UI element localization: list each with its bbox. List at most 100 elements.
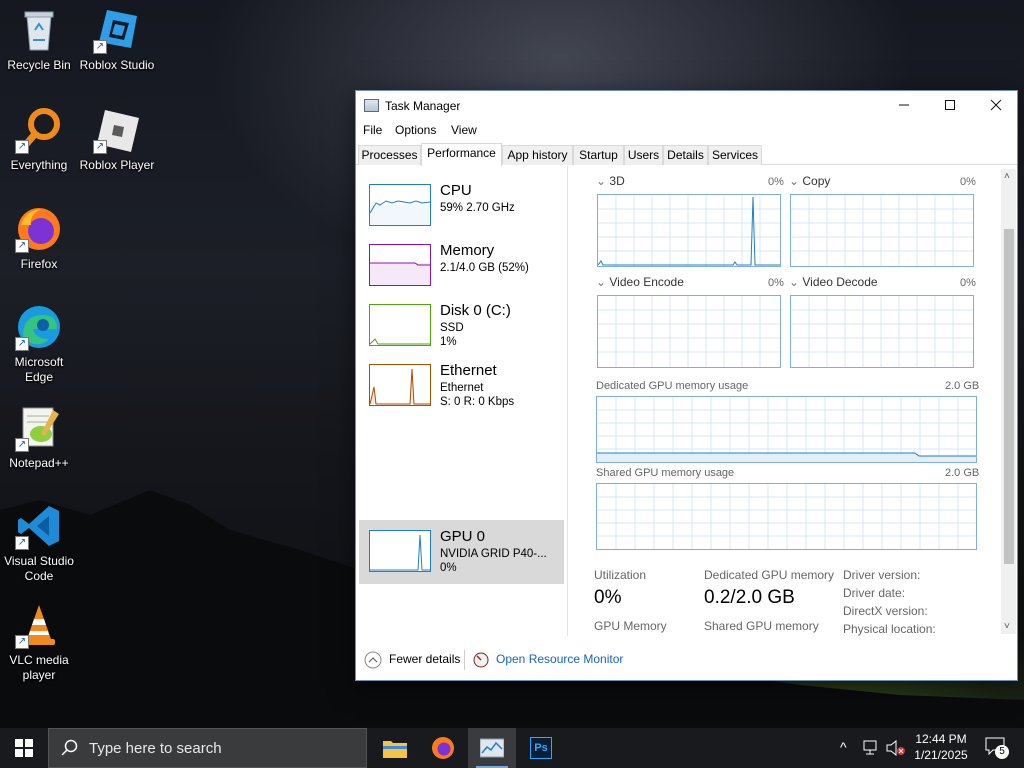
graph-dedicated-memory [596,396,977,463]
desktop-icon-recycle-bin[interactable]: Recycle Bin [0,6,78,73]
resource-detail-2: 0% [440,562,457,574]
desktop-icon-label: Recycle Bin [7,58,71,72]
tab-processes[interactable]: Processes [358,145,421,165]
resource-disk[interactable]: Disk 0 (C:) SSD 1% [359,294,564,358]
physical-location-label: Physical location: [843,622,936,636]
resource-name: Memory [440,242,495,259]
engine-3d-label[interactable]: ⌄ 3D [596,174,625,188]
roblox-player-icon: ↗ [93,106,141,154]
menu-options[interactable]: Options [395,123,436,137]
desktop-icon-label: VLC media player [9,653,69,682]
chevron-down-icon: ⌄ [596,174,610,188]
desktop-icon-microsoft-edge[interactable]: ↗ Microsoft Edge [0,303,78,385]
shortcut-arrow-icon: ↗ [15,536,29,550]
desktop-icon-label: Roblox Studio [79,58,155,72]
minimize-button[interactable] [881,91,927,121]
tab-users[interactable]: Users [624,145,663,165]
utilization-label: Utilization [594,568,647,582]
volume-muted-icon[interactable] [886,740,906,756]
task-manager-icon [480,738,504,758]
tab-app-history[interactable]: App history [502,145,573,165]
clock[interactable]: 12:44 PM 1/21/2025 [911,731,971,763]
graph-video-encode-plot [598,296,780,367]
tab-details[interactable]: Details [663,145,708,165]
desktop-icon-everything[interactable]: ↗ Everything [0,106,78,173]
desktop-icon-roblox-studio[interactable]: ↗ Roblox Studio [78,6,156,73]
engine-video-encode-label[interactable]: ⌄ Video Encode [596,275,684,289]
dedicated-memory-usage-max: 2.0 GB [945,380,980,392]
firefox-icon: ↗ [15,205,63,253]
graph-video-encode [597,295,781,368]
taskbar-firefox[interactable] [419,728,467,768]
scroll-thumb[interactable] [1004,229,1014,564]
resource-detail: SSD [440,322,464,334]
task-manager-window[interactable]: Task Manager File Options View Processes… [355,90,1018,681]
engine-copy-label[interactable]: ⌄ Copy [789,174,830,188]
tab-strip: Processes Performance App history Startu… [356,143,1017,166]
gpu-thumbnail-graph [369,530,431,572]
everything-magnifier-icon: ↗ [15,106,63,154]
chevron-up-circle-icon [364,651,382,669]
memory-thumbnail-graph [369,244,431,286]
taskbar-file-explorer[interactable] [370,728,418,768]
close-button[interactable] [973,91,1019,121]
taskbar-task-manager[interactable] [468,728,516,768]
desktop-icon-notepad-plus-plus[interactable]: ↗ Notepad++ [0,404,78,471]
firefox-icon [432,737,454,759]
graph-dedicated-memory-plot [597,397,976,462]
system-tray: ^ 12:44 PM 1/21/2025 5 [835,728,1024,768]
desktop-icon-label: Everything [10,158,68,172]
resource-gpu[interactable]: GPU 0 NVIDIA GRID P40-... 0% [359,520,564,584]
title-bar[interactable]: Task Manager [356,91,1017,121]
engine-video-encode-pct: 0% [768,277,784,289]
engine-video-decode-label[interactable]: ⌄ Video Decode [789,275,878,289]
menu-view[interactable]: View [451,123,477,137]
desktop-icon-roblox-player[interactable]: ↗ Roblox Player [78,106,156,173]
maximize-icon [945,100,955,110]
search-icon [61,739,78,756]
open-resource-monitor-link[interactable]: Open Resource Monitor [473,649,643,671]
minimize-icon [899,104,909,106]
desktop-icon-label: Visual Studio Code [4,554,74,583]
show-hidden-icons-chevron-icon[interactable]: ^ [840,739,847,755]
graph-shared-memory [596,483,977,550]
notification-center-button[interactable]: 5 [985,737,1009,761]
tab-startup[interactable]: Startup [573,145,624,165]
taskbar-photoshop[interactable]: Ps [517,728,565,768]
vertical-scrollbar[interactable]: ˄ ˅ [1001,169,1016,634]
notepad-plus-plus-icon: ↗ [15,404,63,452]
network-icon[interactable] [863,740,881,756]
footer-divider [464,650,465,670]
desktop-icon-vlc[interactable]: ↗ VLC media player [0,601,78,683]
fewer-details-button[interactable]: Fewer details [364,649,464,671]
graph-3d [597,194,781,267]
dedicated-memory-value: 0.2/2.0 GB [704,587,795,608]
scroll-up-icon[interactable]: ˄ [1004,171,1010,182]
taskbar: Type here to search Ps ^ 12:44 PM 1/21/2… [0,728,1024,768]
resource-cpu[interactable]: CPU 59% 2.70 GHz [359,174,564,238]
resource-detail-2: 1% [440,336,457,348]
shortcut-arrow-icon: ↗ [93,40,107,54]
window-footer: Fewer details Open Resource Monitor [356,642,1017,680]
scroll-down-icon[interactable]: ˅ [1004,621,1010,632]
tab-performance[interactable]: Performance [421,143,502,166]
graph-3d-plot [597,195,780,266]
fewer-details-label: Fewer details [389,652,461,666]
menu-file[interactable]: File [363,123,382,137]
desktop-icon-firefox[interactable]: ↗ Firefox [0,205,78,272]
graph-video-decode-plot [791,296,973,367]
shortcut-arrow-icon: ↗ [93,140,107,154]
maximize-button[interactable] [927,91,973,121]
desktop-icon-visual-studio-code[interactable]: ↗ Visual Studio Code [0,502,78,584]
resource-memory[interactable]: Memory 2.1/4.0 GB (52%) [359,234,564,298]
tab-services[interactable]: Services [708,145,762,165]
shared-memory-label: Shared GPU memory [704,619,819,633]
vlc-cone-icon: ↗ [15,601,63,649]
search-placeholder: Type here to search [89,740,222,757]
start-button[interactable] [0,728,48,768]
resource-name: GPU 0 [440,528,486,545]
folder-icon [383,741,407,758]
resource-ethernet[interactable]: Ethernet Ethernet S: 0 R: 0 Kbps [359,360,564,424]
shortcut-arrow-icon: ↗ [15,337,29,351]
taskbar-search-box[interactable]: Type here to search [48,728,367,768]
